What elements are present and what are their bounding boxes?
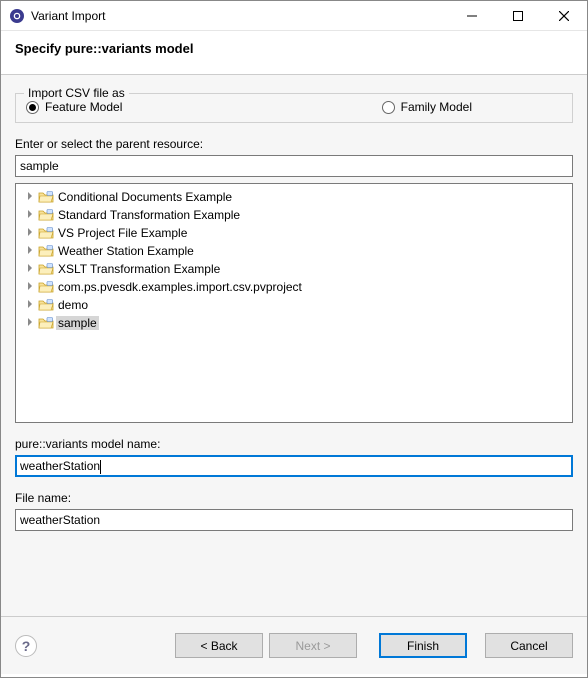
tree-item[interactable]: XSLT Transformation Example <box>18 260 570 278</box>
file-name-label: File name: <box>15 491 573 505</box>
project-folder-icon <box>38 316 54 330</box>
tree-item-label: Weather Station Example <box>56 244 196 258</box>
radio-feature-model[interactable]: Feature Model <box>26 100 122 114</box>
chevron-right-icon[interactable] <box>24 246 36 257</box>
project-folder-icon <box>38 226 54 240</box>
close-button[interactable] <box>541 1 587 31</box>
tree-item[interactable]: VS Project File Example <box>18 224 570 242</box>
project-folder-icon <box>38 298 54 312</box>
tree-item-label: com.ps.pvesdk.examples.import.csv.pvproj… <box>56 280 304 294</box>
wizard-content: Import CSV file as Feature Model Family … <box>1 75 587 616</box>
back-button[interactable]: < Back <box>175 633 263 658</box>
maximize-button[interactable] <box>495 1 541 31</box>
chevron-right-icon[interactable] <box>24 264 36 275</box>
tree-item-label: demo <box>56 298 90 312</box>
page-title: Specify pure::variants model <box>15 41 573 56</box>
project-folder-icon <box>38 208 54 222</box>
help-icon[interactable]: ? <box>15 635 37 657</box>
project-folder-icon <box>38 190 54 204</box>
tree-item[interactable]: Weather Station Example <box>18 242 570 260</box>
tree-item-label: Standard Transformation Example <box>56 208 242 222</box>
tree-item-label: VS Project File Example <box>56 226 189 240</box>
radio-feature-label: Feature Model <box>45 100 122 114</box>
chevron-right-icon[interactable] <box>24 318 36 329</box>
project-folder-icon <box>38 280 54 294</box>
window-title: Variant Import <box>31 9 449 23</box>
parent-resource-label: Enter or select the parent resource: <box>15 137 573 151</box>
tree-item-label: Conditional Documents Example <box>56 190 234 204</box>
tree-item[interactable]: com.ps.pvesdk.examples.import.csv.pvproj… <box>18 278 570 296</box>
chevron-right-icon[interactable] <box>24 282 36 293</box>
chevron-right-icon[interactable] <box>24 300 36 311</box>
tree-item[interactable]: Conditional Documents Example <box>18 188 570 206</box>
app-icon <box>9 8 25 24</box>
import-type-legend: Import CSV file as <box>24 86 129 100</box>
file-name-input[interactable] <box>15 509 573 531</box>
radio-dot-icon <box>26 101 39 114</box>
radio-family-label: Family Model <box>401 100 472 114</box>
titlebar: Variant Import <box>1 1 587 31</box>
tree-item-label: XSLT Transformation Example <box>56 262 222 276</box>
finish-button[interactable]: Finish <box>379 633 467 658</box>
next-button[interactable]: Next > <box>269 633 357 658</box>
project-folder-icon <box>38 262 54 276</box>
model-name-value: weatherStation <box>20 459 100 473</box>
wizard-header: Specify pure::variants model <box>1 31 587 75</box>
cancel-button[interactable]: Cancel <box>485 633 573 658</box>
wizard-button-bar: ? < Back Next > Finish Cancel <box>1 616 587 674</box>
model-name-label: pure::variants model name: <box>15 437 573 451</box>
model-name-input[interactable]: weatherStation <box>15 455 573 477</box>
radio-family-model[interactable]: Family Model <box>382 100 472 114</box>
parent-resource-input[interactable] <box>15 155 573 177</box>
tree-item[interactable]: Standard Transformation Example <box>18 206 570 224</box>
minimize-button[interactable] <box>449 1 495 31</box>
chevron-right-icon[interactable] <box>24 210 36 221</box>
radio-empty-icon <box>382 101 395 114</box>
project-folder-icon <box>38 244 54 258</box>
import-type-group: Import CSV file as Feature Model Family … <box>15 93 573 123</box>
resource-tree[interactable]: Conditional Documents Example Standard Tr… <box>15 183 573 423</box>
tree-item[interactable]: sample <box>18 314 570 332</box>
tree-item-label: sample <box>56 316 99 330</box>
tree-item[interactable]: demo <box>18 296 570 314</box>
chevron-right-icon[interactable] <box>24 192 36 203</box>
text-caret-icon <box>100 460 101 474</box>
chevron-right-icon[interactable] <box>24 228 36 239</box>
